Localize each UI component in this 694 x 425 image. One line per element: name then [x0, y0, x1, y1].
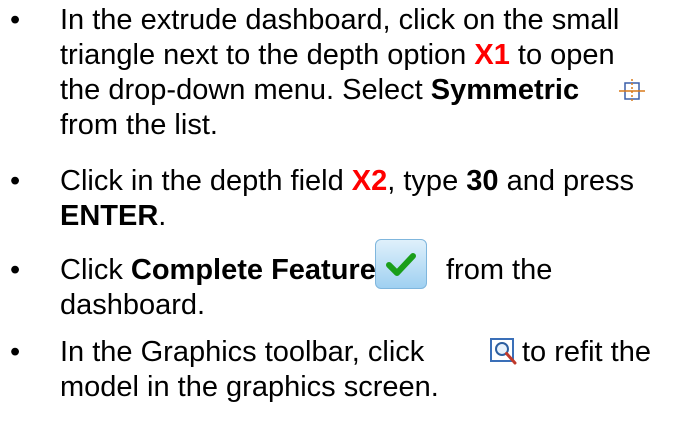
text-line: the drop-down menu. Select Symmetric [60, 74, 579, 107]
text-line: In the Graphics toolbar, click [60, 336, 424, 369]
text-line: In the extrude dashboard, click on the s… [60, 4, 619, 37]
bullet: • [10, 165, 21, 197]
text: and press [498, 165, 634, 197]
bullet: • [10, 254, 21, 286]
text: to refit the [522, 336, 651, 368]
text: , type [387, 165, 467, 197]
text: from the list. [60, 109, 218, 141]
value-30: 30 [466, 165, 499, 197]
text-line: from the [446, 254, 552, 287]
callout-x1: X1 [474, 39, 510, 71]
text-line: from the list. [60, 109, 218, 142]
text-line: dashboard. [60, 289, 205, 322]
refit-zoom-icon [490, 338, 517, 365]
text-line: model in the graphics screen. [60, 371, 439, 404]
text: triangle next to the depth option [60, 39, 475, 71]
text-line: to refit the [522, 336, 651, 369]
complete-feature-check-icon [375, 239, 427, 289]
text: dashboard. [60, 289, 206, 321]
text-line: Click in the depth field X2, type 30 and… [60, 165, 634, 198]
text: model in the graphics screen. [60, 371, 439, 403]
option-symmetric: Symmetric [430, 74, 580, 106]
symmetric-depth-icon [619, 79, 645, 103]
text-line: ENTER. [60, 200, 166, 233]
text: to open [509, 39, 615, 71]
text: Click in the depth field [60, 165, 352, 197]
bullet: • [10, 4, 21, 36]
text: In the extrude dashboard, click on the s… [60, 4, 620, 36]
callout-x2: X2 [351, 165, 388, 197]
bullet: • [10, 336, 21, 368]
command-complete-feature: Complete Feature [130, 254, 376, 286]
text: Click [60, 254, 131, 286]
key-enter: ENTER [60, 200, 159, 232]
text: In the Graphics toolbar, click [60, 336, 425, 368]
text: . [158, 200, 167, 232]
text-line: Click Complete Feature [60, 254, 376, 287]
text: from the [446, 254, 553, 286]
text-line: triangle next to the depth option X1 to … [60, 39, 615, 72]
text: the drop-down menu. Select [60, 74, 431, 106]
